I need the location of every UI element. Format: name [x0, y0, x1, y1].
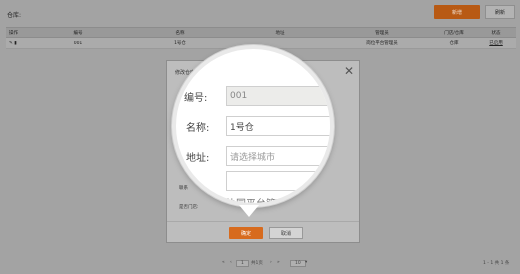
cell-store-type: 仓库: [449, 41, 459, 46]
refresh-button[interactable]: 刷新: [485, 5, 515, 19]
page-number-input[interactable]: 1: [236, 260, 249, 267]
magnifier-lens: 编号: 001 名称: 1号仓 地址: 请选择城市 协同平台管理: [172, 45, 334, 207]
cell-code: 001: [73, 40, 83, 46]
page-title: 仓库:: [7, 12, 22, 19]
delete-icon[interactable]: ▮: [14, 41, 16, 46]
pager-summary: 1 - 1 共 1 条: [483, 261, 510, 266]
cancel-button[interactable]: 取消: [269, 227, 303, 239]
address-city-select[interactable]: 请选择城市: [226, 146, 330, 166]
cell-name: 1号仓: [174, 41, 186, 46]
first-page-icon[interactable]: «: [222, 260, 225, 265]
row-actions: ✎ ▮: [6, 41, 24, 46]
page-size-select[interactable]: 10: [290, 260, 306, 267]
header-name: 名称: [175, 30, 185, 36]
address-detail-field[interactable]: [226, 171, 330, 191]
cell-status-link[interactable]: 已启用: [476, 40, 516, 46]
code-label: 编号:: [184, 93, 208, 104]
total-pages-text: 共1页: [251, 261, 263, 266]
code-field: 001: [226, 86, 330, 106]
last-page-icon[interactable]: »: [277, 260, 280, 265]
contact-label: 联系: [179, 186, 188, 191]
next-page-icon[interactable]: ›: [270, 260, 272, 265]
pagination: « ‹ 1 共1页 › » 10 ▾ 1 - 1 共 1 条: [0, 258, 520, 270]
is-store-label: 是否门店:: [179, 205, 199, 210]
header-actions: 操作: [9, 30, 18, 36]
add-button[interactable]: 新增: [434, 5, 480, 19]
header-code: 编号: [73, 30, 83, 36]
table-header: 操作 编号 名称 地址 管理员 门店/仓库 状态: [6, 27, 516, 38]
cell-manager: 岗位平台管理员: [366, 41, 398, 46]
close-icon[interactable]: ✕: [344, 64, 354, 78]
header-status: 状态: [491, 30, 501, 36]
header-address: 地址: [275, 30, 285, 36]
confirm-button[interactable]: 确定: [229, 227, 263, 239]
lens-pointer: [239, 205, 259, 217]
header-store-type: 门店/仓库: [444, 30, 464, 36]
header-manager: 管理员: [375, 30, 389, 36]
edit-icon[interactable]: ✎: [9, 41, 13, 46]
prev-page-icon[interactable]: ‹: [230, 260, 232, 265]
modal-divider: [167, 221, 359, 222]
chevron-down-icon[interactable]: ▾: [305, 260, 307, 265]
address-label: 地址:: [186, 153, 210, 164]
name-label: 名称:: [186, 123, 210, 134]
name-field[interactable]: 1号仓: [226, 116, 330, 136]
